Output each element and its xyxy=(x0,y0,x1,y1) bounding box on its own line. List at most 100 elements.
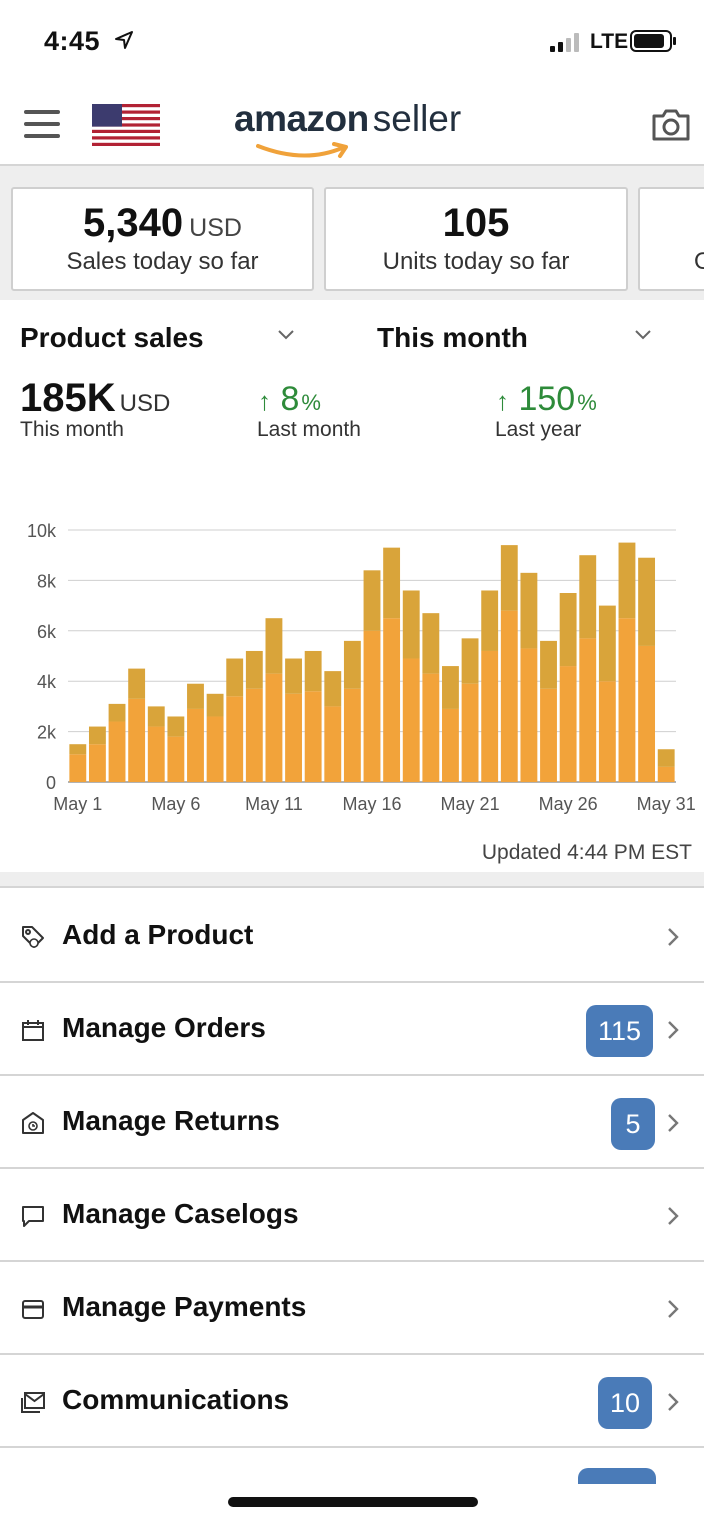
bar-segment-top xyxy=(383,547,401,619)
units-today-label: Units today so far xyxy=(382,248,570,275)
chevron-right-icon xyxy=(668,1300,679,1318)
menu-label: Manage Orders xyxy=(62,1012,266,1043)
bar-segment-main xyxy=(226,696,244,782)
bar-segment-top xyxy=(598,605,616,682)
bar-segment-main xyxy=(206,716,224,782)
bar-segment-main xyxy=(461,683,479,782)
chevron-right-icon xyxy=(668,1207,679,1225)
bar-segment-top xyxy=(579,555,597,639)
sales-today-unit: USD xyxy=(189,214,242,242)
menu-item-manage-caselogs[interactable]: Manage Caselogs xyxy=(0,1169,704,1262)
status-bar: 4:45 LTE xyxy=(0,0,704,84)
menu-label: Manage Caselogs xyxy=(62,1198,299,1229)
period-dropdown[interactable]: This month xyxy=(377,322,528,354)
sales-today-value: 5,340 xyxy=(83,201,184,245)
menu-item-communications[interactable]: Communications 10 xyxy=(0,1355,704,1448)
bar-segment-top xyxy=(481,590,499,651)
bar-segment-top xyxy=(245,650,263,689)
bar-segment-main xyxy=(343,688,361,782)
menu-item-manage-payments[interactable]: Manage Payments xyxy=(0,1262,704,1355)
bar-segment-main xyxy=(285,693,302,782)
bar-segment-top xyxy=(285,658,302,694)
month-total-label: This month xyxy=(20,418,124,441)
y-tick-label: 10k xyxy=(27,521,57,541)
network-type: LTE xyxy=(590,30,629,53)
units-today-value: 105 xyxy=(442,201,510,245)
sales-today-label: Sales today so far xyxy=(66,248,259,275)
bar-segment-main xyxy=(383,618,401,782)
count-badge: 5 xyxy=(611,1098,655,1150)
x-tick-label: May 1 xyxy=(53,794,102,814)
bar-segment-main xyxy=(579,638,597,782)
count-badge: 115 xyxy=(586,1005,654,1057)
y-tick-label: 0 xyxy=(46,773,56,793)
bar-segment-main xyxy=(88,744,106,782)
us-flag-icon[interactable] xyxy=(92,104,160,146)
menu-label: Add a Product xyxy=(62,919,254,950)
menu-item-manage-returns[interactable]: Manage Returns 5 xyxy=(0,1076,704,1169)
calendar-icon xyxy=(22,1020,44,1041)
brand-amazon: amazon xyxy=(234,98,369,139)
menu-label: Manage Returns xyxy=(62,1105,280,1136)
product-sales-section: Product sales This month 185K USD This mo… xyxy=(0,300,704,872)
chevron-right-icon xyxy=(668,1021,679,1039)
sales-bar-chart: 0 2k 4k 6k 8k 10k May 1 May 6 May 11 May 16 May 21… xyxy=(27,521,696,814)
units-today-card[interactable]: 105 Units today so far xyxy=(324,187,628,291)
menu-label: Manage Payments xyxy=(62,1291,307,1322)
bar-segment-top xyxy=(206,693,224,717)
battery-icon xyxy=(630,30,676,52)
partial-stat-card[interactable]: O xyxy=(638,187,704,291)
up-arrow-icon: ↑ xyxy=(496,386,509,416)
sales-today-card[interactable]: 5,340 USD Sales today so far xyxy=(11,187,314,291)
percent-sign: % xyxy=(577,390,597,415)
units-today-value-row: 105 xyxy=(326,201,626,246)
bar-segment-top xyxy=(167,716,185,737)
y-tick-label: 6k xyxy=(37,622,57,642)
seller-menu: Add a Product Manage Orders 115 Manage R… xyxy=(0,890,704,1448)
menu-item-add-product[interactable]: Add a Product xyxy=(0,890,704,983)
last-month-change: ↑ 8% xyxy=(258,380,321,419)
month-total-value: 185K xyxy=(20,376,116,420)
bar-segment-top xyxy=(638,557,656,646)
status-time: 4:45 xyxy=(44,26,101,56)
bottom-safe-area xyxy=(0,1448,704,1520)
bar-segment-main xyxy=(187,708,204,782)
bar-segment-main xyxy=(265,673,283,782)
x-tick-label: May 26 xyxy=(539,794,598,814)
partial-stat-label: O xyxy=(694,248,704,275)
chevron-down-icon[interactable] xyxy=(277,328,295,342)
bar-segment-main xyxy=(598,681,616,782)
bar-segment-main xyxy=(128,698,146,782)
return-box-icon xyxy=(22,1112,44,1134)
menu-item-manage-orders[interactable]: Manage Orders 115 xyxy=(0,983,704,1076)
bar-segment-top xyxy=(422,613,440,674)
last-month-value: 8 xyxy=(280,380,300,418)
bar-segment-top xyxy=(442,666,459,709)
bar-segment-main xyxy=(559,666,577,782)
chevron-down-icon[interactable] xyxy=(634,328,652,342)
bar-segment-top xyxy=(88,726,106,745)
location-arrow-icon xyxy=(115,31,133,49)
bar-segment-main xyxy=(500,610,518,782)
bar-segment-top xyxy=(187,683,204,709)
home-indicator[interactable] xyxy=(228,1497,478,1507)
bar-segment-main xyxy=(167,736,185,782)
bar-segment-main xyxy=(108,721,126,782)
bar-segment-top xyxy=(402,590,420,659)
y-tick-label: 4k xyxy=(37,672,57,692)
metric-dropdown[interactable]: Product sales xyxy=(20,322,204,354)
x-tick-label: May 16 xyxy=(342,794,401,814)
bar-segment-top xyxy=(108,703,126,722)
bar-segment-main xyxy=(402,658,420,782)
bar-segment-main xyxy=(422,673,440,782)
bar-segment-main xyxy=(657,766,675,782)
bar-segment-main xyxy=(304,691,322,782)
menu-icon[interactable] xyxy=(24,110,60,138)
bar-segment-main xyxy=(638,645,656,782)
bar-segment-main xyxy=(324,706,342,782)
x-tick-label: May 11 xyxy=(245,794,303,814)
bar-segment-main xyxy=(540,688,557,782)
bar-segment-top xyxy=(618,542,636,619)
bar-segment-top xyxy=(226,658,244,697)
camera-icon[interactable] xyxy=(651,106,691,142)
